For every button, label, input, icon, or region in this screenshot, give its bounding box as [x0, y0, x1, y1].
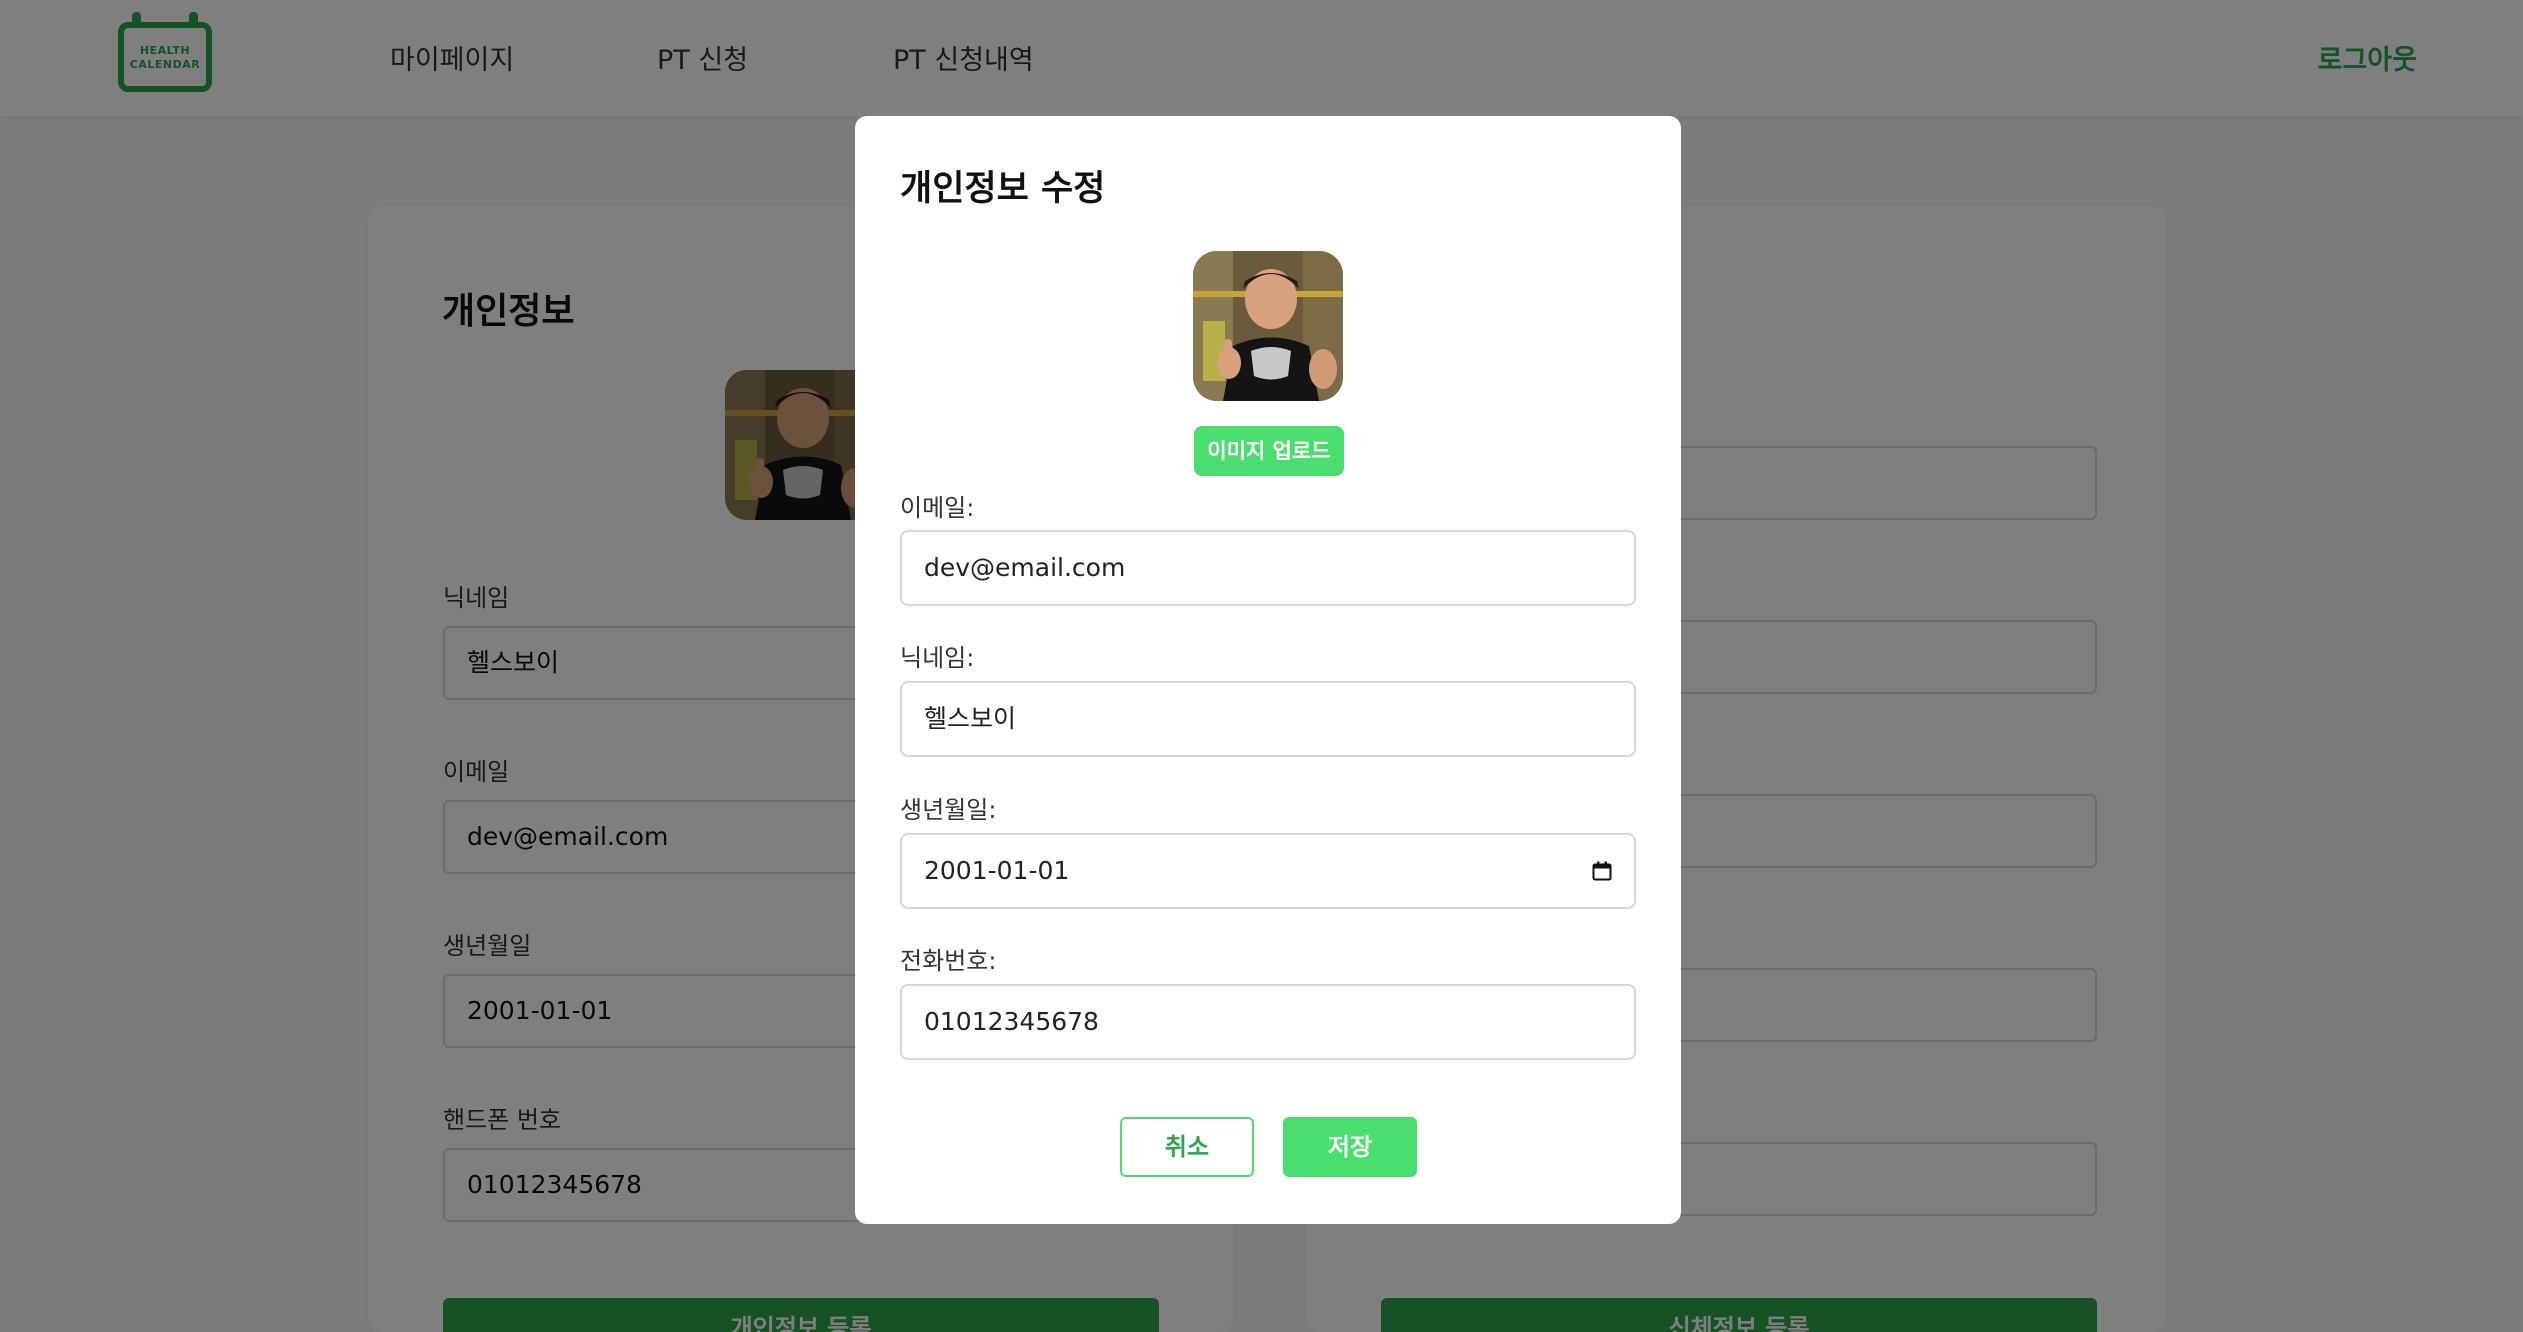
save-button[interactable]: 저장 — [1283, 1117, 1417, 1177]
modal-birthdate-input[interactable]: 2001-01-01 — [900, 833, 1636, 909]
modal-birthdate-value: 2001-01-01 — [924, 856, 1070, 885]
modal-nickname-input[interactable]: 헬스보이 — [900, 681, 1636, 757]
modal-title: 개인정보 수정 — [900, 169, 1106, 209]
calendar-icon[interactable] — [1592, 861, 1612, 881]
modal-nickname-label: 닉네임: — [900, 644, 975, 672]
modal-email-input[interactable]: dev@email.com — [900, 530, 1636, 606]
modal-phone-label: 전화번호: — [900, 947, 997, 975]
modal-birthdate-label: 생년월일: — [900, 796, 997, 824]
modal-email-label: 이메일: — [900, 494, 975, 522]
image-upload-button[interactable]: 이미지 업로드 — [1194, 426, 1344, 476]
cancel-button[interactable]: 취소 — [1120, 1117, 1254, 1177]
modal-phone-input[interactable]: 01012345678 — [900, 984, 1636, 1060]
edit-profile-modal: 개인정보 수정 이미지 업로드 이메일: dev@email.com 닉네임: … — [855, 116, 1681, 1224]
modal-profile-avatar — [1193, 251, 1343, 401]
